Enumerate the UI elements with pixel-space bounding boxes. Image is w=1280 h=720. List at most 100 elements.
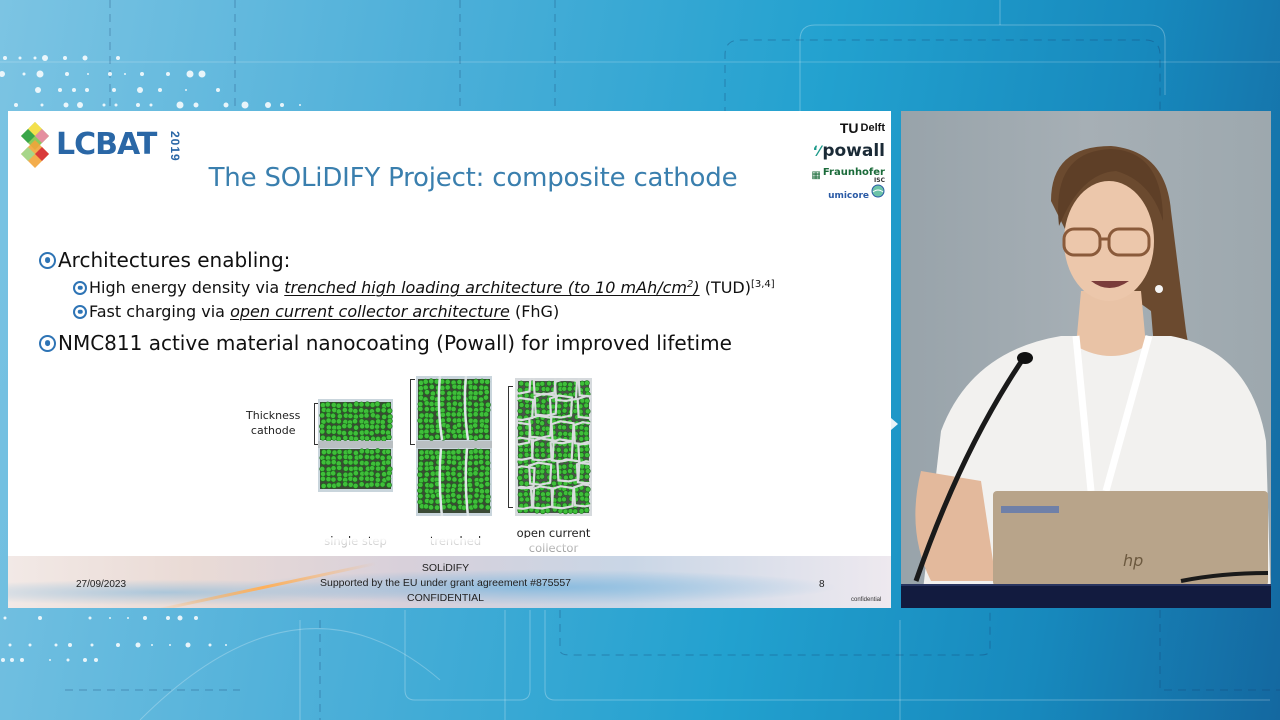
podium [901, 584, 1271, 608]
particle [380, 407, 387, 414]
particle [450, 411, 457, 418]
particle [472, 448, 479, 455]
particle [386, 470, 392, 477]
particle [341, 430, 347, 436]
particle [319, 434, 326, 441]
particle [467, 487, 474, 493]
particle [369, 454, 376, 461]
particle [450, 406, 457, 413]
particle [357, 453, 364, 460]
particle [325, 417, 332, 424]
particle [428, 465, 435, 471]
laptop-logo: hp [1123, 551, 1143, 570]
particle [445, 470, 451, 477]
particle [335, 402, 342, 409]
particle [423, 400, 430, 407]
particle [363, 470, 370, 477]
particle [347, 407, 354, 414]
particle [478, 477, 485, 483]
particle [578, 424, 585, 431]
particle [484, 454, 490, 461]
fraunhofer-logo: ▦ Fraunhofer ISC [810, 168, 885, 184]
particle [417, 471, 424, 478]
particle [583, 507, 590, 513]
particle [330, 465, 337, 472]
particle [533, 495, 540, 502]
side-arrow-icon [891, 418, 898, 430]
particle [352, 459, 359, 466]
panel-single-step [318, 399, 393, 492]
particle [524, 403, 530, 409]
particle [545, 496, 552, 503]
particle [418, 423, 425, 430]
particle [485, 401, 491, 408]
particle [472, 394, 478, 401]
tudelft-logo: TU Delft [810, 121, 885, 135]
footer-grant: Supported by the EU under grant agreemen… [319, 577, 571, 589]
particle [417, 465, 424, 472]
particle [374, 472, 381, 478]
presentation-slide: LCBAT 2019 The SOLiDIFY Project: composi… [8, 111, 891, 608]
particle [562, 402, 569, 409]
particle [451, 400, 458, 407]
particle [450, 497, 457, 504]
particle [424, 492, 431, 499]
particle [579, 380, 586, 387]
laptop [993, 491, 1268, 586]
particle [353, 450, 359, 456]
particle [335, 408, 342, 415]
particle [418, 449, 425, 456]
footer-project: SOLiDIFY [421, 562, 470, 574]
particle [445, 475, 452, 482]
particle [523, 473, 529, 480]
particle [472, 503, 479, 510]
particle [539, 473, 545, 480]
particle [456, 499, 463, 506]
particle [523, 480, 530, 487]
particle [363, 412, 370, 419]
particle [563, 447, 569, 454]
particle [379, 465, 386, 472]
particle [456, 384, 463, 390]
particle [567, 490, 573, 497]
particle [374, 413, 381, 420]
particle [473, 401, 479, 408]
particle [467, 407, 474, 413]
particle [468, 454, 475, 461]
particle [477, 389, 484, 396]
particle [524, 496, 531, 503]
particle [325, 476, 332, 483]
particle [544, 386, 551, 392]
particle [583, 496, 590, 503]
particle [347, 454, 354, 461]
particle [445, 433, 451, 440]
particles-open-current-collector [506, 370, 602, 515]
particle [368, 476, 375, 483]
particle [517, 491, 524, 498]
particle [474, 487, 480, 494]
particle [539, 447, 546, 453]
particle [446, 459, 452, 465]
particle [385, 401, 392, 408]
particle [336, 413, 343, 420]
particle [325, 428, 332, 435]
particle [385, 448, 391, 455]
particle [477, 448, 484, 455]
bullet-text: NMC811 active material nanocoating (Powa… [58, 331, 732, 355]
powall-logo-text: powall [822, 141, 885, 161]
bullet-nmc811: NMC811 active material nanocoating (Powa… [39, 331, 775, 355]
particle [347, 413, 354, 419]
thickness-cathode-label: Thickness cathode [246, 409, 301, 437]
partner-logos: TU Delft ʻ⁄ powall ▦ Fraunhofer ISC umic… [810, 121, 885, 209]
particle [385, 434, 392, 441]
particle [369, 419, 376, 426]
footer-confidential-small: confidential [851, 597, 882, 603]
particle [342, 435, 349, 441]
particle [568, 474, 574, 480]
particle [473, 378, 479, 385]
particle [544, 507, 551, 514]
particle [429, 470, 436, 477]
particle [484, 433, 490, 440]
particle [456, 486, 463, 493]
particle [330, 412, 336, 419]
